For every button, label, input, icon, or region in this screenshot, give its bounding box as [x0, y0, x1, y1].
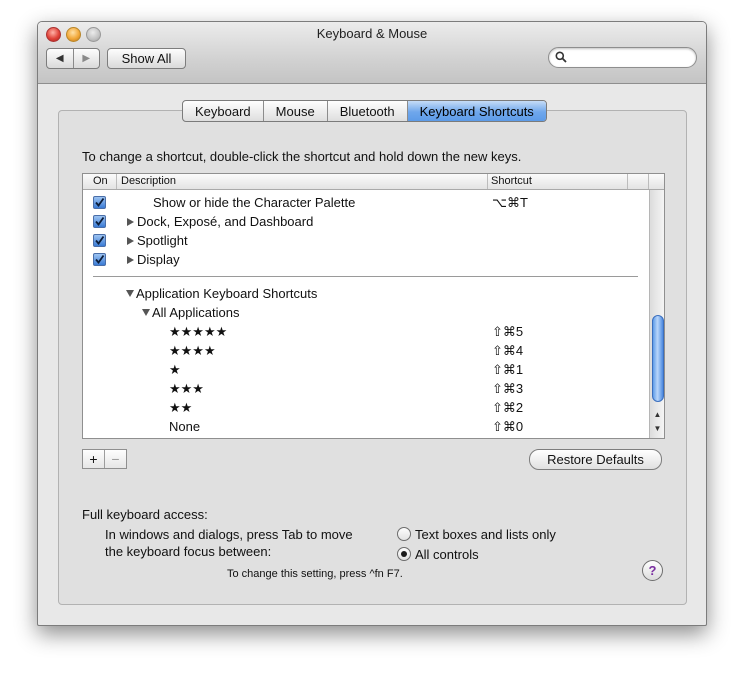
row-description: ★★★★★ [169, 324, 228, 339]
table-row[interactable]: ★★ ⇧⌘2 [83, 398, 649, 417]
search-field[interactable] [548, 47, 697, 68]
table-row[interactable]: ★ ⇧⌘1 [83, 360, 649, 379]
forward-button[interactable]: ▶ [72, 49, 100, 68]
column-header-shortcut[interactable]: Shortcut [491, 175, 532, 187]
window-title: Keyboard & Mouse [316, 26, 428, 41]
row-description: ★★★★ [169, 343, 216, 358]
row-description: ★★ [169, 400, 193, 415]
table-header: On Description Shortcut [83, 174, 664, 190]
row-description: Display [127, 252, 180, 267]
table-row[interactable]: Spotlight [83, 231, 649, 250]
row-description: ★★★ [169, 381, 204, 396]
help-button[interactable]: ? [642, 560, 663, 581]
row-shortcut: ⇧⌘1 [492, 362, 524, 377]
row-description: Dock, Exposé, and Dashboard [127, 214, 313, 229]
table-row[interactable]: ★★★ ⇧⌘3 [83, 379, 649, 398]
table-row[interactable]: Show or hide the Character Palette ⌥⌘T [83, 193, 649, 212]
group-row: Application Keyboard Shortcuts [126, 286, 317, 301]
column-header-description[interactable]: Description [121, 175, 176, 187]
tab-mouse[interactable]: Mouse [262, 101, 327, 121]
disclosure-triangle-icon[interactable] [127, 237, 134, 245]
radio-label-all-controls[interactable]: All controls [415, 547, 479, 562]
disclosure-triangle-open-icon[interactable] [126, 290, 134, 297]
disclosure-triangle-open-icon[interactable] [142, 309, 150, 316]
checkmark-icon [95, 235, 105, 245]
shortcuts-table: On Description Shortcut Show or hide the… [82, 173, 665, 439]
scroll-up-arrow-icon[interactable]: ▲ [652, 408, 663, 420]
section-divider [93, 276, 638, 277]
tab-keyboard[interactable]: Keyboard [183, 101, 263, 121]
row-shortcut: ⇧⌘0 [492, 419, 524, 434]
group-row: All Applications [142, 305, 239, 320]
tab-keyboard-shortcuts[interactable]: Keyboard Shortcuts [406, 101, 546, 121]
column-separator [648, 174, 649, 189]
row-checkbox[interactable] [93, 253, 106, 266]
scroll-down-arrow-icon[interactable]: ▼ [652, 422, 663, 434]
radio-label-text-boxes[interactable]: Text boxes and lists only [415, 527, 556, 542]
search-icon [555, 51, 567, 63]
column-separator [116, 174, 117, 189]
row-shortcut: ⇧⌘4 [492, 343, 524, 358]
row-description: Show or hide the Character Palette [153, 195, 356, 210]
row-description: None [169, 419, 201, 434]
row-checkbox[interactable] [93, 215, 106, 228]
help-icon: ? [648, 563, 657, 578]
restore-defaults-button[interactable]: Restore Defaults [529, 449, 662, 470]
radio-text-boxes-only[interactable] [397, 527, 411, 541]
table-row[interactable]: ★★★★ ⇧⌘4 [83, 341, 649, 360]
back-button[interactable]: ◀ [47, 49, 73, 68]
column-separator [627, 174, 628, 189]
column-header-on[interactable]: On [93, 175, 108, 187]
table-row[interactable]: ★★★★★ ⇧⌘5 [83, 322, 649, 341]
column-separator [487, 174, 488, 189]
table-row[interactable]: Application Keyboard Shortcuts [83, 284, 649, 303]
row-shortcut: ⇧⌘2 [492, 400, 524, 415]
add-shortcut-button[interactable]: + [83, 450, 104, 468]
keyboard-access-heading: Full keyboard access: [82, 507, 208, 522]
row-checkbox[interactable] [93, 234, 106, 247]
add-remove-control: + − [82, 449, 127, 469]
disclosure-triangle-icon[interactable] [127, 218, 134, 226]
checkmark-icon [95, 197, 105, 207]
vertical-scrollbar[interactable]: ▲ ▼ [649, 190, 664, 438]
row-checkbox[interactable] [93, 196, 106, 209]
show-all-button[interactable]: Show All [107, 48, 186, 69]
row-description: Spotlight [127, 233, 188, 248]
tab-bluetooth[interactable]: Bluetooth [326, 101, 407, 121]
tab-panel: To change a shortcut, double-click the s… [58, 110, 687, 605]
disclosure-triangle-icon[interactable] [127, 256, 134, 264]
keyboard-access-hint: To change this setting, press ^fn F7. [227, 568, 403, 580]
row-shortcut: ⇧⌘3 [492, 381, 524, 396]
table-row[interactable]: Display [83, 250, 649, 269]
row-shortcut: ⌥⌘T [492, 195, 528, 210]
radio-all-controls[interactable] [397, 547, 411, 561]
checkmark-icon [95, 216, 105, 226]
instructions-text: To change a shortcut, double-click the s… [82, 149, 522, 164]
back-forward-control: ◀ ▶ [46, 48, 100, 69]
keyboard-access-desc-line1: In windows and dialogs, press Tab to mov… [105, 527, 353, 542]
tab-bar: Keyboard Mouse Bluetooth Keyboard Shortc… [182, 100, 547, 122]
scrollbar-thumb[interactable] [652, 315, 664, 402]
row-description: ★ [169, 362, 181, 377]
remove-shortcut-button[interactable]: − [104, 450, 126, 468]
table-row[interactable]: All Applications [83, 303, 649, 322]
title-bar: Keyboard & Mouse ◀ ▶ Show All [38, 22, 706, 84]
table-row[interactable]: Dock, Exposé, and Dashboard [83, 212, 649, 231]
row-shortcut: ⇧⌘5 [492, 324, 524, 339]
keyboard-access-desc-line2: the keyboard focus between: [105, 544, 272, 559]
table-row[interactable]: None ⇧⌘0 [83, 417, 649, 436]
preferences-window: Keyboard & Mouse ◀ ▶ Show All Keyboard M… [37, 21, 707, 626]
checkmark-icon [95, 254, 105, 264]
